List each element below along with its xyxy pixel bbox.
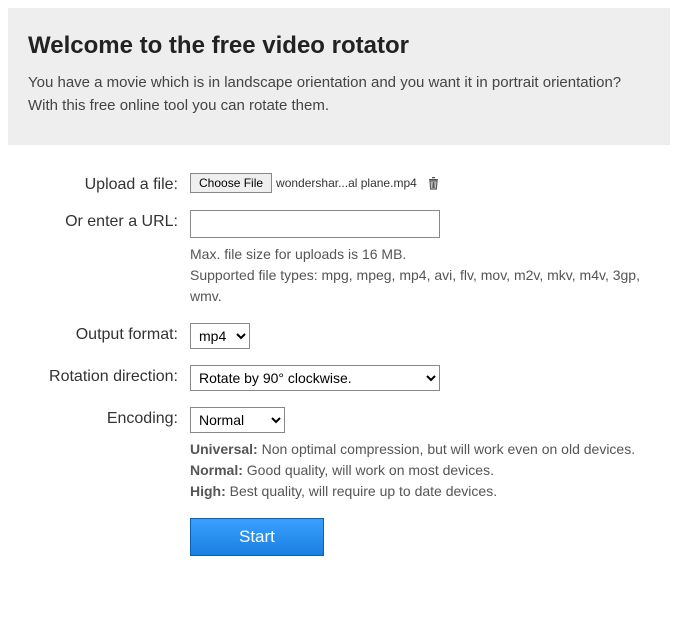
high-hint-label: High: (190, 483, 226, 499)
normal-hint-label: Normal: (190, 462, 243, 478)
url-input[interactable] (190, 210, 440, 238)
universal-hint-text: Non optimal compression, but will work e… (258, 441, 635, 457)
rotation-row: Rotation direction: Rotate by 90° clockw… (20, 365, 658, 391)
choose-file-button[interactable]: Choose File (190, 173, 272, 193)
upload-hints: Max. file size for uploads is 16 MB. Sup… (190, 244, 658, 307)
start-button[interactable]: Start (190, 518, 324, 556)
output-format-row: Output format: mp4 (20, 323, 658, 349)
output-format-label: Output format: (20, 323, 190, 344)
selected-file-name: wondershar...al plane.mp4 (276, 176, 417, 190)
high-hint-text: Best quality, will require up to date de… (226, 483, 497, 499)
encoding-select[interactable]: Normal (190, 407, 285, 433)
universal-hint-label: Universal: (190, 441, 258, 457)
page-title: Welcome to the free video rotator (28, 32, 650, 60)
encoding-row: Encoding: Normal Universal: Non optimal … (20, 407, 658, 502)
url-row: Or enter a URL: Max. file size for uploa… (20, 210, 658, 307)
upload-row: Upload a file: Choose File wondershar...… (20, 173, 658, 194)
form-area: Upload a file: Choose File wondershar...… (0, 153, 678, 592)
header-line2: With this free online tool you can rotat… (28, 97, 329, 114)
upload-label: Upload a file: (20, 173, 190, 194)
rotation-label: Rotation direction: (20, 365, 190, 386)
encoding-hints: Universal: Non optimal compression, but … (190, 439, 658, 502)
normal-hint-text: Good quality, will work on most devices. (243, 462, 494, 478)
header-line1: You have a movie which is in landscape o… (28, 74, 621, 91)
submit-row: Start (20, 518, 658, 556)
trash-icon[interactable] (427, 176, 440, 190)
url-label: Or enter a URL: (20, 210, 190, 231)
max-size-hint: Max. file size for uploads is 16 MB. (190, 246, 406, 262)
header-description: You have a movie which is in landscape o… (28, 72, 650, 117)
header-panel: Welcome to the free video rotator You ha… (8, 8, 670, 145)
rotation-select[interactable]: Rotate by 90° clockwise. (190, 365, 440, 391)
output-format-select[interactable]: mp4 (190, 323, 250, 349)
supported-types-hint: Supported file types: mpg, mpeg, mp4, av… (190, 267, 640, 304)
encoding-label: Encoding: (20, 407, 190, 428)
